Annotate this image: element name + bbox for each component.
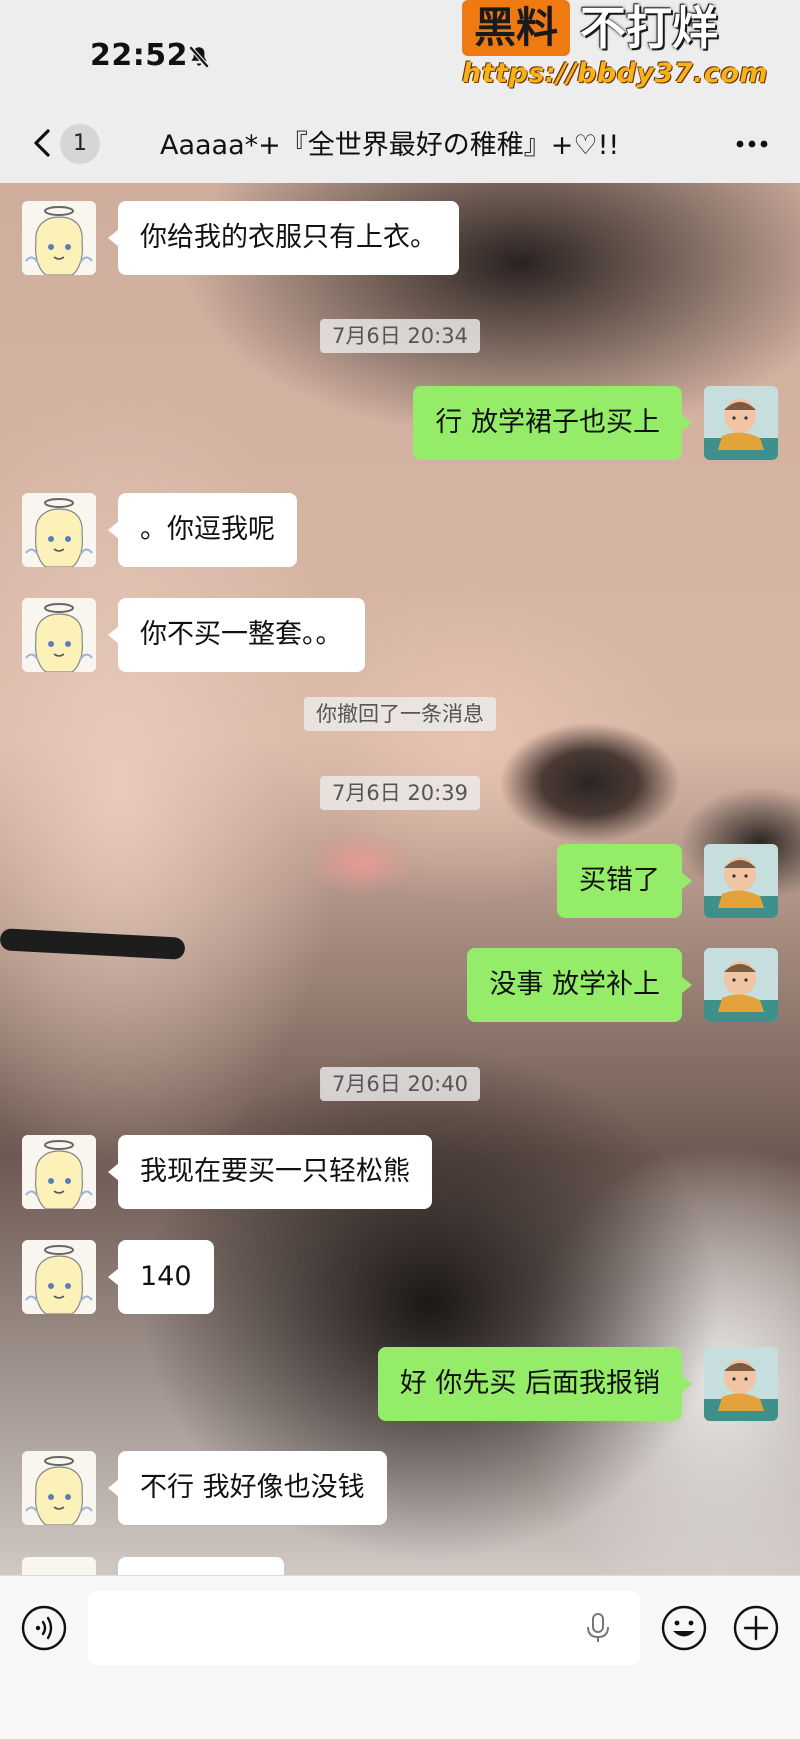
timestamp: 7月6日 20:34: [320, 319, 480, 353]
timestamp: 7月6日 20:39: [320, 776, 480, 810]
emoji-icon[interactable]: [660, 1604, 708, 1652]
my-avatar[interactable]: [704, 1347, 778, 1421]
my-avatar[interactable]: [704, 386, 778, 460]
baby-avatar-icon: [704, 1347, 778, 1421]
contact-avatar[interactable]: [22, 1135, 96, 1209]
my-avatar[interactable]: [704, 844, 778, 918]
mic-icon[interactable]: [584, 1612, 612, 1644]
message-bubble-received-partial[interactable]: [118, 1557, 284, 1575]
chevron-left-icon[interactable]: [22, 123, 62, 163]
voice-icon[interactable]: [20, 1604, 68, 1652]
message-bubble-sent[interactable]: 好 你先买 后面我报销: [377, 1347, 693, 1421]
angel-avatar-icon: [22, 1135, 96, 1209]
angel-avatar-icon: [22, 598, 96, 672]
watermark-badge: 黑料: [462, 0, 571, 56]
bell-slash-icon: [188, 45, 210, 69]
baby-avatar-icon: [704, 386, 778, 460]
angel-avatar-icon: [22, 1451, 96, 1525]
message-bubble-received[interactable]: 你不买一整套。。: [108, 598, 365, 672]
status-time: 22:52: [90, 38, 188, 73]
chat-background[interactable]: 你给我的衣服只有上衣。 7月6日 20:34 行 放学裙子也买上 。你逗我呢 你…: [0, 183, 800, 1575]
message-bubble-sent[interactable]: 行 放学裙子也买上: [413, 386, 692, 460]
message-bubble-received[interactable]: 你给我的衣服只有上衣。: [108, 201, 459, 275]
watermark: 黑料 不打烊 https://bbdy37.com: [462, 0, 772, 96]
angel-avatar-icon: [22, 1240, 96, 1314]
contact-avatar[interactable]: [22, 1557, 96, 1575]
contact-avatar[interactable]: [22, 1240, 96, 1314]
timestamp: 7月6日 20:40: [320, 1067, 480, 1101]
unread-count-badge[interactable]: 1: [60, 124, 100, 164]
chat-header: 1 Aaaaa*+『全世界最好の稚稚』+♡!!: [0, 105, 800, 183]
watermark-title: 不打烊: [580, 1, 718, 55]
chat-title: Aaaaa*+『全世界最好の稚稚』+♡!!: [160, 130, 620, 161]
message-bubble-received[interactable]: 140: [108, 1240, 214, 1314]
contact-avatar[interactable]: [22, 201, 96, 275]
message-bubble-received[interactable]: 我现在要买一只轻松熊: [108, 1135, 432, 1209]
contact-avatar[interactable]: [22, 1451, 96, 1525]
angel-avatar-icon: [22, 201, 96, 275]
baby-avatar-icon: [704, 844, 778, 918]
message-input[interactable]: [88, 1591, 640, 1665]
plus-icon[interactable]: [732, 1604, 780, 1652]
input-bar: [0, 1575, 800, 1739]
contact-avatar[interactable]: [22, 493, 96, 567]
message-bubble-received[interactable]: 。你逗我呢: [108, 493, 297, 567]
ellipsis-icon[interactable]: [732, 129, 772, 159]
angel-avatar-icon: [22, 493, 96, 567]
my-avatar[interactable]: [704, 948, 778, 1022]
system-message: 你撤回了一条消息: [304, 697, 496, 731]
baby-avatar-icon: [704, 948, 778, 1022]
contact-avatar[interactable]: [22, 598, 96, 672]
background-photo-wristband: [0, 928, 186, 960]
watermark-url: https://bbdy37.com: [462, 58, 769, 89]
message-bubble-sent[interactable]: 没事 放学补上: [467, 948, 692, 1022]
message-bubble-sent[interactable]: 买错了: [557, 844, 692, 918]
message-bubble-received[interactable]: 不行 我好像也没钱: [108, 1451, 387, 1525]
